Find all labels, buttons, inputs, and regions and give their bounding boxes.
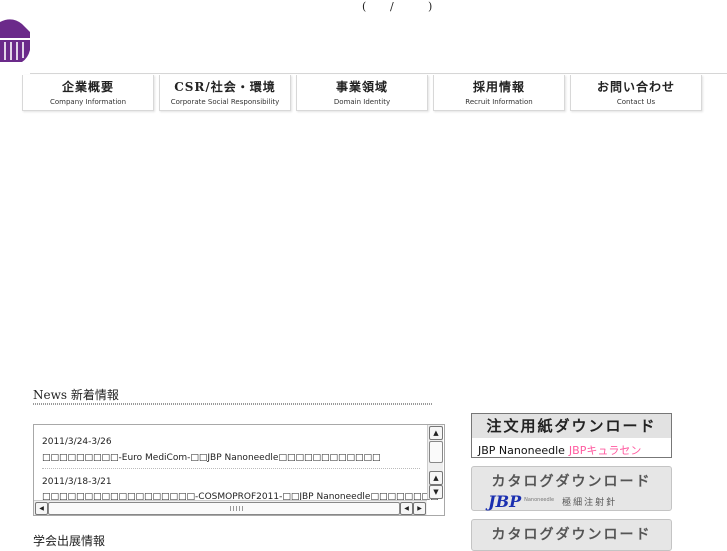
- news-heading: News 新着情報: [33, 388, 119, 402]
- news-item-date: 2011/3/18-3/21: [42, 477, 112, 487]
- order-form-title: 注文用紙ダウンロード: [472, 414, 671, 438]
- news-heading-rule: [33, 403, 433, 405]
- nav-label-en: Company Information: [49, 98, 127, 106]
- news-horizontal-scrollbar[interactable]: ◀ ◀ ▶: [34, 500, 427, 515]
- scroll-left-arrow-icon[interactable]: ◀: [400, 502, 413, 515]
- nav-contact-us[interactable]: お問い合わせ Contact Us: [570, 75, 702, 111]
- catalog-download-banner[interactable]: カタログダウンロード JBP Nanoneedle 極細注射針: [471, 466, 672, 511]
- header-date-open-paren: (: [362, 0, 367, 13]
- nav-label-en: Recruit Information: [465, 98, 533, 106]
- nav-label-jp: 事業領域: [335, 80, 388, 94]
- nav-recruit-information[interactable]: 採用情報 Recruit Information: [433, 75, 565, 111]
- nav-domain-identity[interactable]: 事業領域 Domain Identity: [296, 75, 428, 111]
- nav-label-jp: CSR/社会・環境: [174, 80, 276, 94]
- horizontal-scroll-thumb[interactable]: [48, 502, 400, 515]
- catalog-title: カタログダウンロード: [491, 527, 652, 543]
- catalog-title: カタログダウンロード: [491, 474, 652, 490]
- nav-label-jp: お問い合わせ: [596, 80, 675, 94]
- scroll-right-arrow-icon[interactable]: ▶: [413, 502, 426, 515]
- scroll-up-arrow-icon[interactable]: ▲: [429, 426, 443, 440]
- news-vertical-scrollbar[interactable]: ▲ ▲ ▼: [427, 425, 443, 499]
- news-item-divider: [42, 468, 420, 469]
- scroll-grip-icon: [230, 506, 244, 511]
- scroll-left-arrow-icon[interactable]: ◀: [35, 502, 48, 515]
- company-logo[interactable]: [0, 14, 30, 64]
- nanoneedle-small-text: Nanoneedle: [524, 497, 555, 503]
- catalog-download-banner-2[interactable]: カタログダウンロード: [471, 519, 672, 551]
- nav-label-en: Domain Identity: [333, 98, 391, 106]
- nav-label-jp: 企業概要: [61, 80, 114, 94]
- vertical-scroll-thumb[interactable]: [429, 441, 443, 463]
- nav-label-en: Contact Us: [616, 98, 656, 106]
- news-item-link[interactable]: □□□□□□□□□-Euro MediCom-□□JBP Nanoneedle□…: [42, 453, 381, 463]
- header-date-close-paren: ): [428, 0, 433, 13]
- nav-csr[interactable]: CSR/社会・環境 Corporate Social Responsibilit…: [159, 75, 291, 111]
- scroll-up-arrow-icon[interactable]: ▲: [429, 471, 443, 485]
- nav-company-information[interactable]: 企業概要 Company Information: [22, 75, 154, 111]
- news-item-date: 2011/3/24-3/26: [42, 437, 112, 447]
- scroll-down-arrow-icon[interactable]: ▼: [429, 485, 443, 499]
- catalog-caption: 極細注射針: [562, 498, 618, 508]
- conference-heading: 学会出展情報: [33, 534, 106, 548]
- nav-label-en: Corporate Social Responsibility: [170, 98, 280, 106]
- order-form-download-banner[interactable]: 注文用紙ダウンロード JBP Nanoneedle JBPキュラセン: [471, 413, 672, 458]
- header-date-slash: /: [390, 0, 394, 13]
- news-list-box[interactable]: 2011/3/24-3/26 □□□□□□□□□-Euro MediCom-□□…: [33, 424, 445, 516]
- jbp-logo-icon: JBP: [488, 492, 522, 511]
- order-form-line-a: JBP Nanoneedle: [478, 444, 565, 457]
- header-divider: [30, 73, 727, 74]
- nav-label-jp: 採用情報: [472, 80, 525, 94]
- order-form-line-b: JBPキュラセン: [568, 444, 642, 457]
- order-form-subtitle: JBP Nanoneedle JBPキュラセン: [478, 442, 641, 458]
- catalog-brand-row: JBP Nanoneedle 極細注射針: [488, 492, 617, 511]
